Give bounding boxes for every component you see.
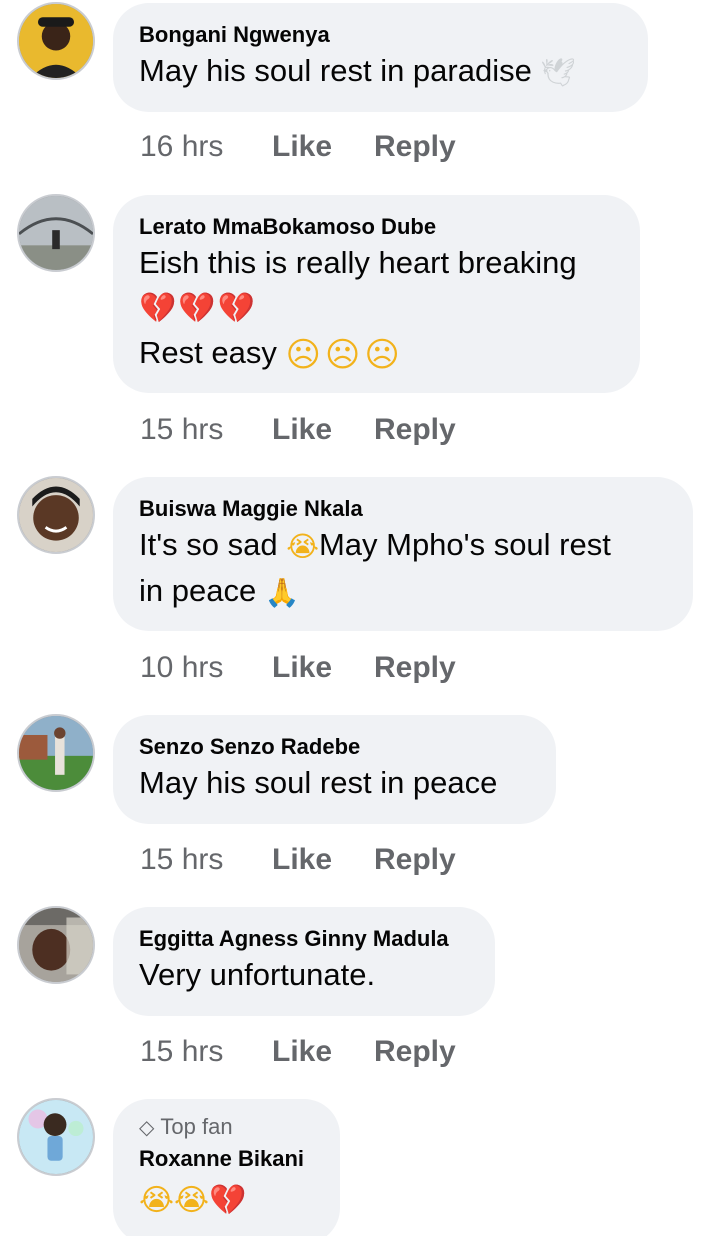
reply-button[interactable]: Reply (374, 650, 456, 686)
folded-hands-emoji: 🙏 (264, 575, 300, 609)
comment-line-text: Rest easy (139, 334, 277, 370)
avatar-lawn-icon (19, 716, 93, 790)
top-fan-badge: ◇ Top fan (139, 1113, 312, 1141)
frowning-face-emoji: ☹☹☹ (285, 334, 404, 375)
avatar-selfie-icon (19, 908, 93, 982)
comment-text: Eish this is really heart breaking 💔💔💔 R… (139, 241, 612, 377)
timestamp[interactable]: 15 hrs (140, 412, 272, 448)
comment-actions: 15 hrs Like Reply (140, 842, 456, 878)
timestamp[interactable]: 15 hrs (140, 1034, 272, 1070)
comment-actions: 10 hrs Like Reply (140, 650, 456, 686)
like-button[interactable]: Like (272, 1034, 374, 1070)
avatar[interactable] (17, 194, 95, 272)
comment-line: Eish this is really heart breaking (139, 245, 577, 280)
author-name[interactable]: Senzo Senzo Radebe (139, 733, 528, 761)
avatar[interactable] (17, 906, 95, 984)
dove-emoji: 🕊 (540, 55, 577, 89)
comment-text: May his soul rest in paradise 🕊 (139, 49, 620, 95)
author-name[interactable]: Lerato MmaBokamoso Dube (139, 213, 612, 241)
comment-text: 😭😭💔 (139, 1177, 312, 1223)
comment-line: in peace 🙏 (139, 569, 665, 615)
avatar[interactable] (17, 2, 95, 80)
comment-bubble: ◇ Top fan Roxanne Bikani 😭😭💔 (113, 1099, 340, 1236)
avatar[interactable] (17, 476, 95, 554)
comment-bubble: Senzo Senzo Radebe May his soul rest in … (113, 715, 556, 824)
timestamp[interactable]: 16 hrs (140, 129, 272, 165)
comment-line-text: May Mpho's soul rest (318, 527, 611, 562)
avatar[interactable] (17, 714, 95, 792)
avatar-cartoon-icon (19, 1100, 93, 1174)
comment-line-text: in peace (139, 572, 257, 608)
author-name[interactable]: Bongani Ngwenya (139, 21, 620, 49)
comment-line: Rest easy ☹☹☹ (139, 331, 612, 377)
reply-button[interactable]: Reply (374, 842, 456, 878)
author-name[interactable]: Roxanne Bikani (139, 1145, 312, 1173)
timestamp[interactable]: 10 hrs (140, 650, 272, 686)
like-button[interactable]: Like (272, 842, 374, 878)
author-name[interactable]: Buiswa Maggie Nkala (139, 495, 665, 523)
crying-face-emoji: 😭 (286, 529, 319, 563)
reply-button[interactable]: Reply (374, 129, 456, 165)
comment-line: 💔💔💔 (139, 285, 612, 331)
comment-actions: 16 hrs Like Reply (140, 129, 456, 165)
avatar-bridge-icon (19, 196, 93, 270)
comment-text: Very unfortunate. (139, 957, 376, 992)
comment-bubble: Bongani Ngwenya May his soul rest in par… (113, 3, 648, 112)
comment-text: May his soul rest in peace (139, 765, 498, 800)
comment-bubble: Eggitta Agness Ginny Madula Very unfortu… (113, 907, 495, 1016)
timestamp[interactable]: 15 hrs (140, 842, 272, 878)
top-fan-label: Top fan (160, 1114, 233, 1139)
diamond-icon: ◇ (139, 1115, 155, 1139)
comment-bubble: Buiswa Maggie Nkala It's so sad 😭May Mph… (113, 477, 693, 631)
like-button[interactable]: Like (272, 650, 374, 686)
avatar[interactable] (17, 1098, 95, 1176)
comment-actions: 15 hrs Like Reply (140, 1034, 456, 1070)
avatar-man-cap-icon (19, 4, 93, 78)
comment-line: It's so sad 😭May Mpho's soul rest (139, 523, 665, 569)
like-button[interactable]: Like (272, 129, 374, 165)
comment-line: May his soul rest in paradise (139, 53, 532, 88)
emoji-line: 😭😭💔 (139, 1182, 247, 1218)
author-name[interactable]: Eggitta Agness Ginny Madula (139, 925, 467, 953)
reply-button[interactable]: Reply (374, 412, 456, 448)
comment-line-text: It's so sad (139, 527, 278, 562)
comment-actions: 15 hrs Like Reply (140, 412, 456, 448)
broken-heart-emoji: 💔💔💔 (139, 290, 258, 326)
comment-text: It's so sad 😭May Mpho's soul rest in pea… (139, 523, 665, 615)
reply-button[interactable]: Reply (374, 1034, 456, 1070)
comment-bubble: Lerato MmaBokamoso Dube Eish this is rea… (113, 195, 640, 393)
avatar-woman-smile-icon (19, 478, 93, 552)
like-button[interactable]: Like (272, 412, 374, 448)
